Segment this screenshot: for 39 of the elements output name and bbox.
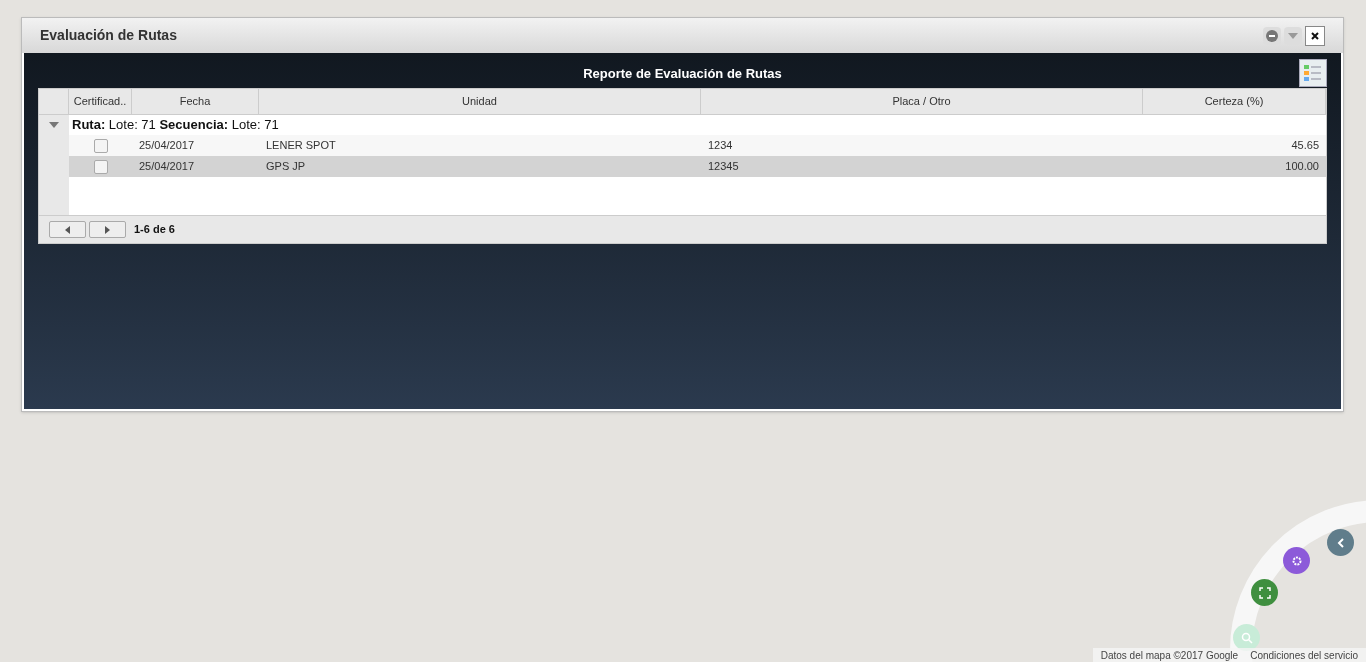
checkbox[interactable] xyxy=(93,138,108,153)
table-cell-text: LENER SPOT xyxy=(266,138,336,154)
caret-down-icon xyxy=(1288,32,1298,39)
list-icon xyxy=(1303,63,1323,83)
table-cell-text: 12345 xyxy=(708,159,739,175)
table-cell-text: 45.65 xyxy=(1291,138,1319,154)
map-attribution: Datos del mapa ©2017 Google xyxy=(1100,648,1239,662)
previous-page-button[interactable] xyxy=(49,221,86,238)
column-header[interactable]: Placa / Otro xyxy=(701,89,1143,114)
terms-link[interactable]: Condiciones del servicio xyxy=(1250,647,1358,662)
close-button[interactable] xyxy=(1305,25,1325,46)
caret-down-icon xyxy=(49,122,59,128)
report-title: Reporte de Evaluación de Rutas xyxy=(583,65,782,84)
group-toggle[interactable] xyxy=(49,120,59,130)
column-header[interactable]: Unidad xyxy=(259,89,701,114)
table-cell-text: GPS JP xyxy=(266,159,306,175)
next-page-button[interactable] xyxy=(89,221,126,238)
column-header[interactable]: Certeza (%) xyxy=(1143,89,1326,114)
minimize-button[interactable] xyxy=(1263,26,1281,45)
table-cell-text: 25/04/2017 xyxy=(139,138,195,154)
table-cell-text: 1234 xyxy=(708,138,733,154)
report-list-button[interactable] xyxy=(1299,59,1327,87)
pager-text: 1-6 de 6 xyxy=(134,222,175,238)
table-row[interactable]: 25/04/2017 LENER SPOT 1234 45.65 xyxy=(69,135,1326,156)
table-row[interactable]: 25/04/2017 GPS JP 12345 100.00 xyxy=(69,156,1326,177)
table-cell-text: 25/04/2017 xyxy=(139,159,195,175)
fullscreen-icon xyxy=(1258,586,1271,599)
group-label: Ruta: Lote: 71 Secuencia: Lote: 71 xyxy=(72,116,279,135)
search-icon xyxy=(1240,631,1253,644)
column-header[interactable]: Fecha xyxy=(132,89,259,114)
minus-circle-icon xyxy=(1266,29,1278,42)
caret-left-icon xyxy=(65,225,70,234)
settings-icon xyxy=(1290,554,1303,567)
caret-right-icon xyxy=(105,225,110,234)
checkbox[interactable] xyxy=(93,159,108,174)
table-cell-text: 100.00 xyxy=(1285,159,1319,175)
window-title: Evaluación de Rutas xyxy=(40,26,178,45)
close-icon xyxy=(1311,31,1319,40)
column-header[interactable]: Certificad.. xyxy=(69,89,132,114)
